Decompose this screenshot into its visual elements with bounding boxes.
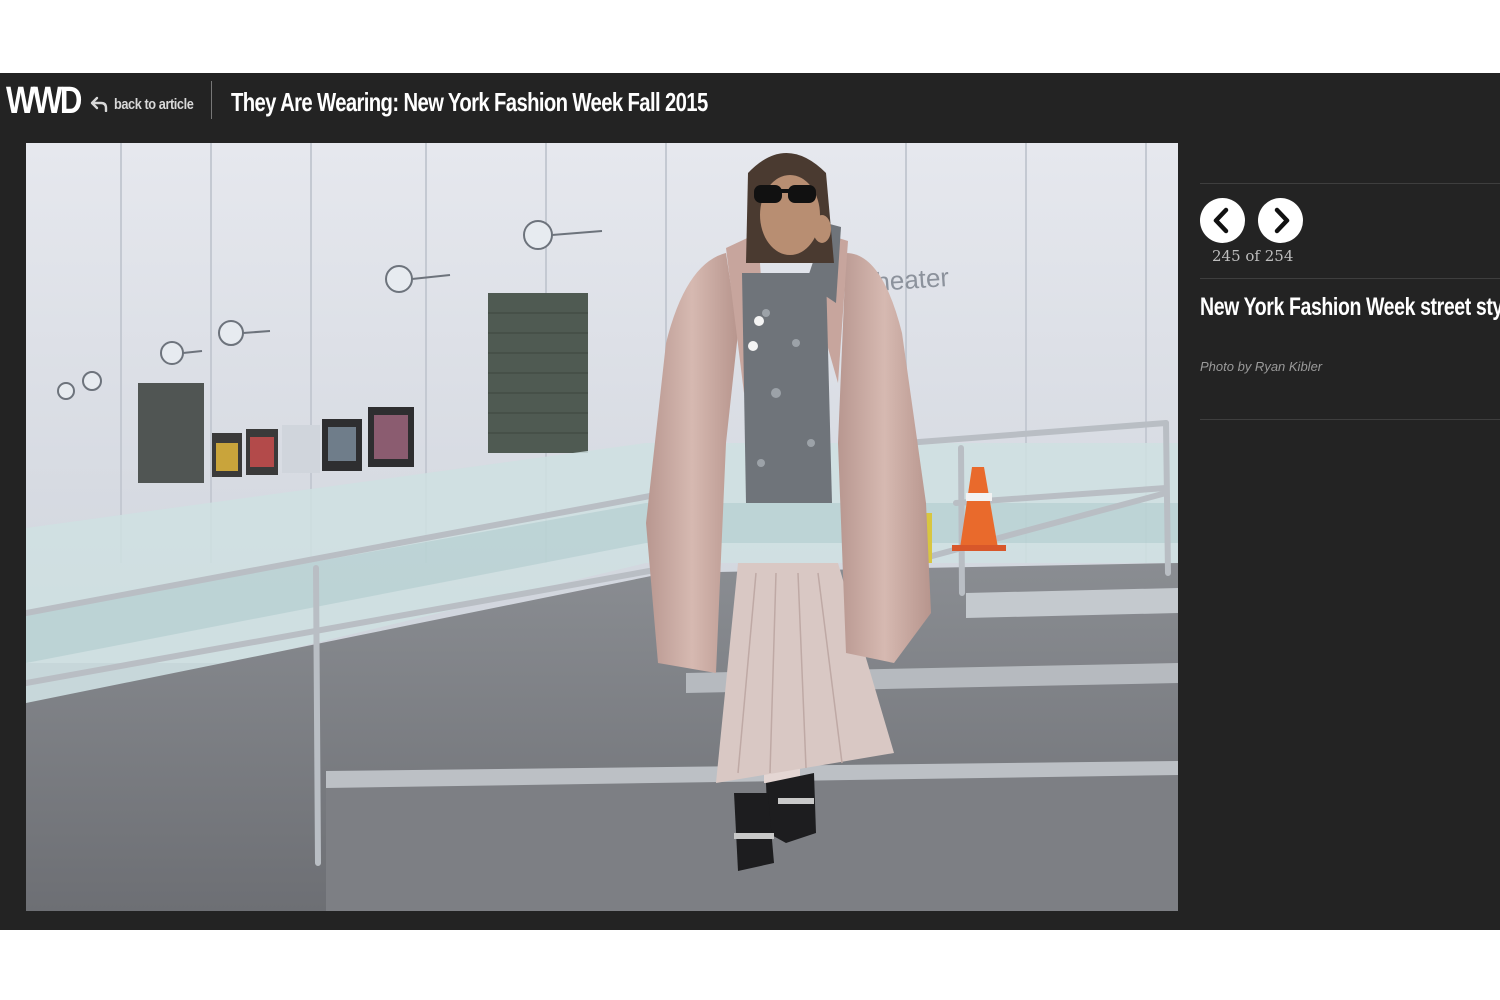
photo-credit: Photo by Ryan Kibler [1200, 359, 1323, 374]
photo-counter: 245 of 254 [1212, 247, 1294, 265]
wwd-logo[interactable]: WWD [6, 79, 82, 123]
next-photo-button[interactable] [1258, 198, 1303, 243]
back-link-label: back to article [114, 95, 194, 113]
back-arrow-icon [90, 96, 108, 112]
back-to-article-link[interactable]: back to article [90, 91, 207, 117]
sidebar-rule-bottom [1200, 419, 1500, 420]
header-divider [211, 81, 212, 119]
chevron-right-icon [1274, 207, 1290, 234]
photo-caption: New York Fashion Week street style. [1200, 293, 1500, 321]
gallery-title: They Are Wearing: New York Fashion Week … [231, 87, 708, 117]
gallery-header: WWD back to article They Are Wearing: Ne… [0, 73, 1500, 135]
gallery-viewer: WWD back to article They Are Wearing: Ne… [0, 73, 1500, 930]
sidebar-rule-middle [1200, 278, 1500, 279]
previous-photo-button[interactable] [1200, 198, 1245, 243]
gallery-photo[interactable]: heater [26, 143, 1178, 911]
sidebar-rule-top [1200, 183, 1500, 184]
chevron-left-icon [1213, 207, 1229, 234]
